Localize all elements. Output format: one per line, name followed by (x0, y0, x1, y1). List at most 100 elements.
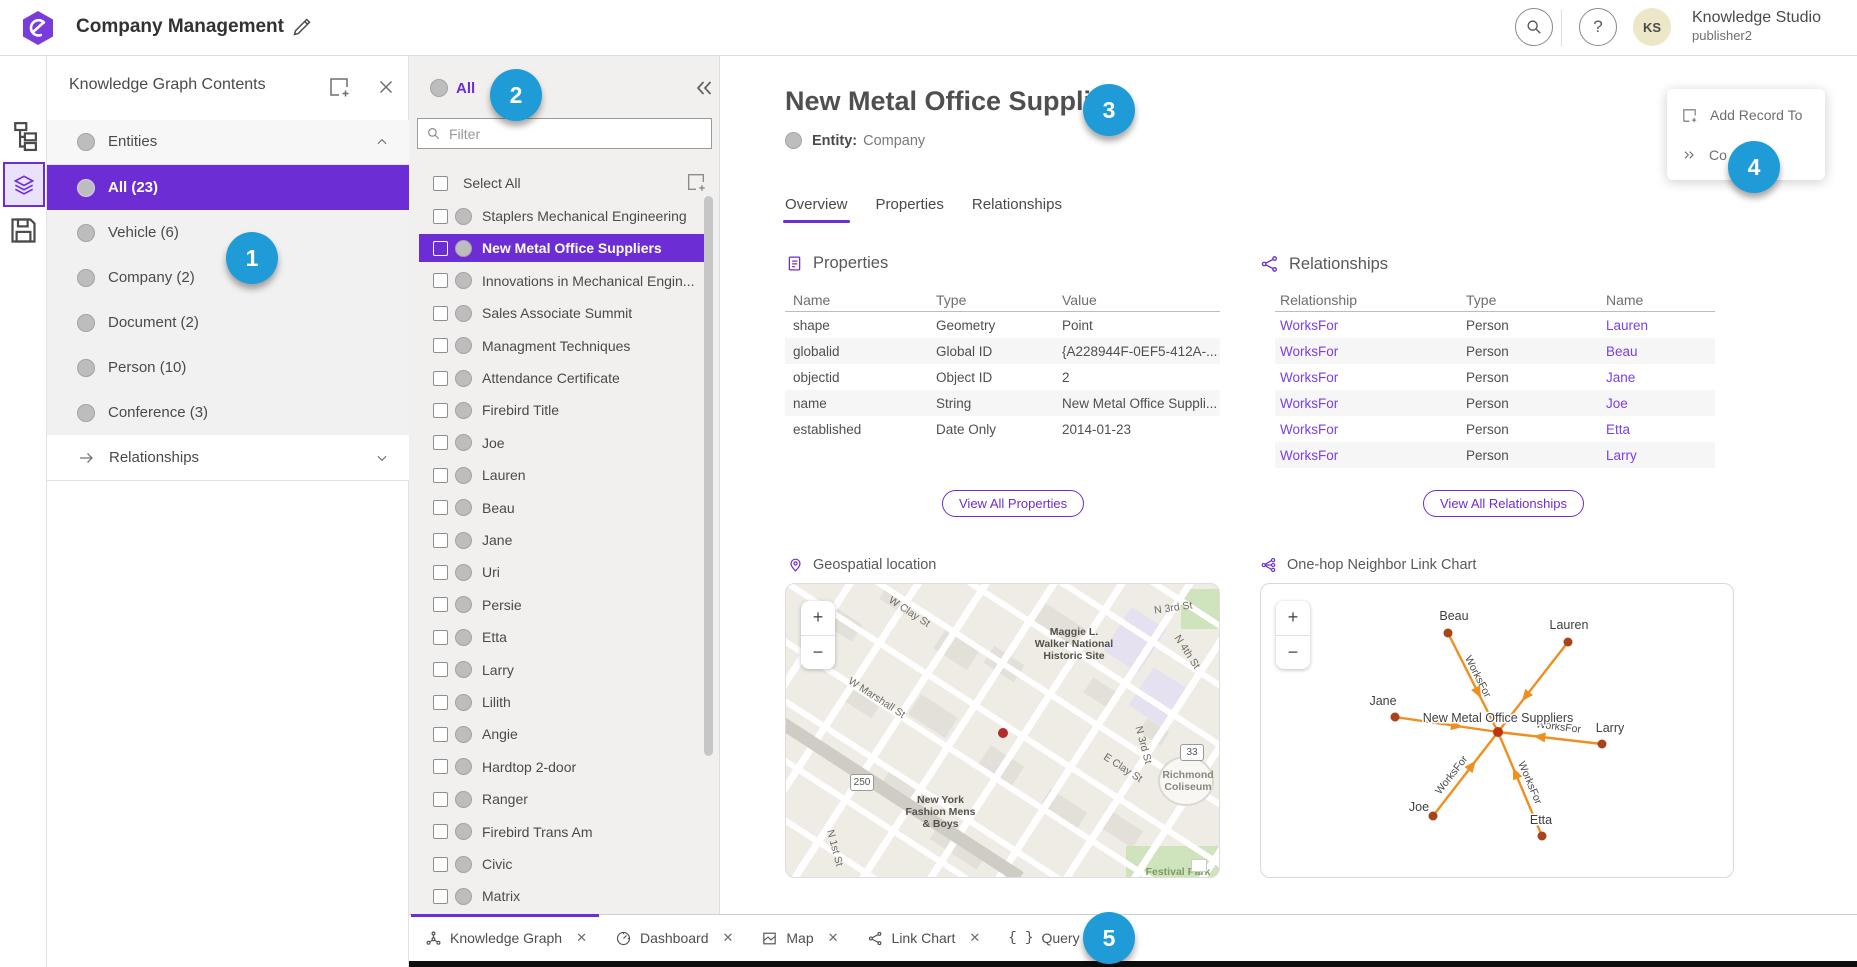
chevron-down-icon[interactable] (375, 451, 389, 465)
item-checkbox[interactable] (433, 209, 448, 224)
record-link[interactable]: Etta (1606, 422, 1630, 437)
scrollbar[interactable] (704, 196, 713, 756)
item-checkbox[interactable] (433, 241, 448, 256)
zoom-out-button[interactable]: − (801, 636, 835, 670)
list-item[interactable]: Matrix (419, 882, 707, 910)
one-hop-link-chart[interactable]: + − WorksForWorksForWorksForWorksForBeau… (1260, 583, 1734, 878)
user-menu[interactable]: Knowledge Studio publisher2 (1692, 8, 1821, 44)
bottom-tab-knowledge-graph[interactable]: Knowledge Graph✕ (425, 915, 587, 962)
zoom-out-button[interactable]: − (1276, 636, 1310, 670)
item-checkbox[interactable] (433, 857, 448, 872)
item-checkbox[interactable] (433, 273, 448, 288)
item-checkbox[interactable] (433, 338, 448, 353)
record-link[interactable]: Joe (1606, 396, 1628, 411)
item-checkbox[interactable] (433, 371, 448, 386)
list-item[interactable]: Innovations in Mechanical Engin... (419, 267, 707, 295)
list-item[interactable]: Beau (419, 494, 707, 522)
tab-properties[interactable]: Properties (876, 196, 944, 223)
collapse-left-icon[interactable] (692, 76, 716, 100)
list-item[interactable]: Attendance Certificate (419, 364, 707, 392)
tab-relationships[interactable]: Relationships (972, 196, 1062, 223)
list-item[interactable]: Persie (419, 591, 707, 619)
item-checkbox[interactable] (433, 468, 448, 483)
save-icon[interactable] (7, 214, 40, 247)
layers-icon[interactable] (3, 162, 45, 207)
geospatial-map[interactable]: + − W Clay StW Marshall StE Clay StN 3rd… (785, 583, 1220, 878)
select-all-row[interactable]: Select All (409, 168, 720, 198)
item-checkbox[interactable] (433, 824, 448, 839)
center-node[interactable] (1493, 727, 1503, 737)
edit-pencil-icon[interactable] (290, 15, 314, 39)
view-all-relationships-button[interactable]: View All Relationships (1423, 490, 1584, 517)
zoom-in-button[interactable]: + (1276, 601, 1310, 636)
zoom-in-button[interactable]: + (801, 601, 835, 636)
menu-item-add-record-to[interactable]: Add Record To (1667, 95, 1825, 135)
record-link[interactable]: Jane (1606, 370, 1635, 385)
tab-overview[interactable]: Overview (785, 196, 848, 223)
map-marker[interactable] (998, 728, 1008, 738)
list-item[interactable]: Larry (419, 656, 707, 684)
list-item[interactable]: Hardtop 2-door (419, 753, 707, 781)
list-item[interactable]: Uri (419, 558, 707, 586)
item-checkbox[interactable] (433, 533, 448, 548)
item-checkbox[interactable] (433, 597, 448, 612)
add-record-icon[interactable] (685, 171, 707, 193)
close-icon[interactable]: ✕ (828, 930, 839, 946)
avatar[interactable]: KS (1633, 8, 1671, 46)
list-item[interactable]: Lauren (419, 461, 707, 489)
item-checkbox[interactable] (433, 695, 448, 710)
list-item[interactable]: Joe (419, 429, 707, 457)
entity-type-row[interactable]: Person (10) (47, 345, 409, 390)
record-link[interactable]: WorksFor (1280, 448, 1338, 463)
add-record-icon[interactable] (327, 75, 351, 99)
close-icon[interactable]: ✕ (576, 930, 587, 946)
list-item[interactable]: Staplers Mechanical Engineering (419, 202, 707, 230)
bottom-tab-dashboard[interactable]: Dashboard✕ (615, 915, 733, 962)
item-checkbox[interactable] (433, 889, 448, 904)
neighbor-node[interactable] (1391, 713, 1400, 722)
record-link[interactable]: WorksFor (1280, 318, 1338, 333)
list-item[interactable]: Sales Associate Summit (419, 299, 707, 327)
item-checkbox[interactable] (433, 306, 448, 321)
record-link[interactable]: WorksFor (1280, 422, 1338, 437)
relationships-header[interactable]: Relationships (47, 435, 409, 481)
list-item[interactable]: Lilith (419, 688, 707, 716)
list-item[interactable]: Etta (419, 623, 707, 651)
record-link[interactable]: Larry (1606, 448, 1637, 463)
entities-header[interactable]: Entities (47, 120, 409, 165)
list-item[interactable]: Ranger (419, 785, 707, 813)
neighbor-node[interactable] (1429, 812, 1438, 821)
help-icon[interactable]: ? (1579, 8, 1617, 46)
item-checkbox[interactable] (433, 792, 448, 807)
record-link[interactable]: WorksFor (1280, 396, 1338, 411)
close-icon[interactable]: ✕ (722, 930, 733, 946)
list-item[interactable]: Managment Techniques (419, 332, 707, 360)
item-checkbox[interactable] (433, 630, 448, 645)
neighbor-node[interactable] (1444, 629, 1453, 638)
entity-type-row[interactable]: All (23) (47, 165, 409, 210)
list-item[interactable]: Firebird Title (419, 396, 707, 424)
neighbor-node[interactable] (1538, 832, 1547, 841)
item-checkbox[interactable] (433, 565, 448, 580)
neighbor-node[interactable] (1598, 740, 1607, 749)
select-all-checkbox[interactable] (433, 176, 448, 191)
item-checkbox[interactable] (433, 662, 448, 677)
bottom-tab-map[interactable]: Map✕ (761, 915, 838, 962)
list-item[interactable]: New Metal Office Suppliers (419, 234, 707, 262)
list-item[interactable]: Firebird Trans Am (419, 818, 707, 846)
close-icon[interactable]: ✕ (969, 930, 980, 946)
search-icon[interactable] (1515, 8, 1553, 46)
map-attribution[interactable] (1191, 859, 1207, 872)
entity-type-row[interactable]: Document (2) (47, 300, 409, 345)
list-item[interactable]: Civic (419, 850, 707, 878)
list-item[interactable]: Jane (419, 526, 707, 554)
bottom-tab-link-chart[interactable]: Link Chart✕ (867, 915, 981, 962)
list-item[interactable]: Angie (419, 720, 707, 748)
record-link[interactable]: WorksFor (1280, 344, 1338, 359)
item-checkbox[interactable] (433, 500, 448, 515)
item-checkbox[interactable] (433, 403, 448, 418)
chevron-up-icon[interactable] (375, 135, 389, 149)
view-all-properties-button[interactable]: View All Properties (942, 490, 1084, 517)
close-icon[interactable] (375, 76, 397, 98)
data-model-icon[interactable] (7, 119, 40, 152)
